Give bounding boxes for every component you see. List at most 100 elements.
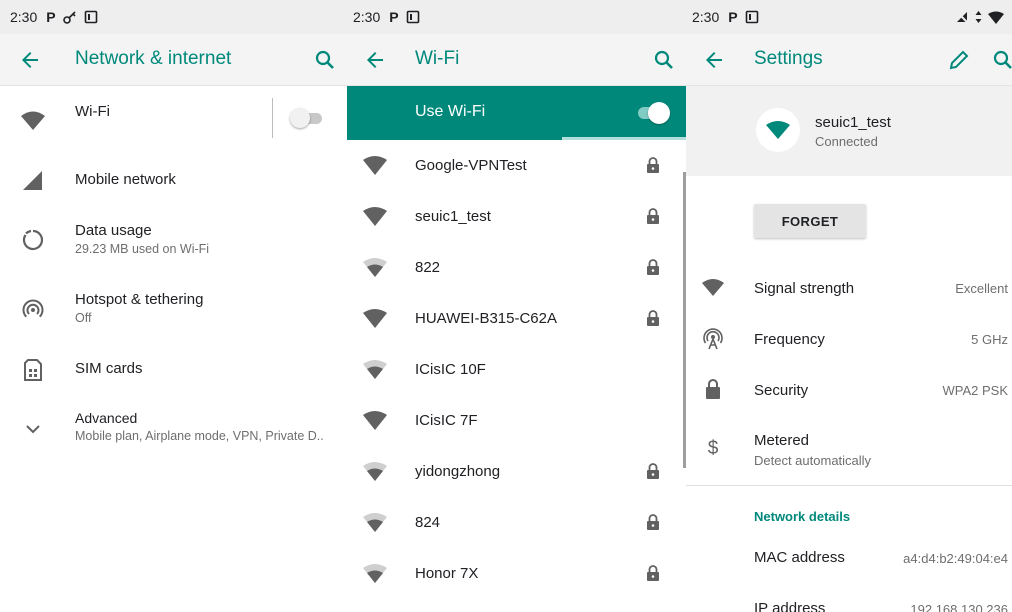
status-bar: 2:30 P [686,0,1012,34]
status-bar: 2:30 P [347,0,686,34]
divider [686,485,1012,486]
wifi-panel: 2:30 P Wi-Fi Use Wi-Fi Google-VPNTest seu… [347,0,686,612]
advanced-summary: Mobile plan, Airplane mode, VPN, Private… [75,429,324,443]
data-arrows-icon [975,11,982,23]
parking-icon: P [728,9,738,25]
signal-strength-label: Signal strength [754,280,855,297]
network-details-header: Network details [754,509,851,524]
network-name: 822 [415,259,441,276]
network-name: yidongzhong [415,463,501,480]
wifi-signal-icon [363,411,387,430]
network-item[interactable]: yidongzhong [347,447,686,498]
network-item[interactable]: ICisIC 10F [347,345,686,396]
data-usage-icon [22,229,44,251]
search-icon[interactable] [991,48,1012,72]
advanced-row[interactable]: Advanced Mobile plan, Airplane mode, VPN… [0,402,347,458]
network-name: 824 [415,514,441,531]
back-arrow-icon[interactable] [363,48,387,72]
use-wifi-toggle[interactable] [636,102,670,124]
wifi-signal-icon [363,207,387,226]
data-usage-row[interactable]: Data usage 29.23 MB used on Wi-Fi [0,210,347,272]
network-internet-panel: 2:30 P Network & internet Wi-Fi Mobile n… [0,0,347,612]
security-label: Security [754,382,809,399]
progress-indicator [562,137,686,140]
forget-button[interactable]: FORGET [754,204,866,238]
edit-pencil-icon[interactable] [947,48,971,72]
search-icon[interactable] [652,48,676,72]
status-time: 2:30 [692,9,720,25]
wifi-signal-icon [363,309,387,328]
data-usage-summary: 29.23 MB used on Wi-Fi [75,242,210,256]
advanced-label: Advanced [75,410,138,426]
page-title: Wi-Fi [415,48,460,69]
lock-icon [706,379,720,399]
network-item[interactable]: 822 [347,243,686,294]
search-icon[interactable] [313,48,337,72]
lock-icon [647,565,659,581]
metered-label: Metered [754,432,810,449]
wifi-icon [766,121,790,139]
back-arrow-icon[interactable] [702,48,726,72]
network-name: seuic1_test [415,208,491,225]
wifi-row[interactable]: Wi-Fi [0,86,347,154]
network-avatar [756,108,800,152]
parking-icon: P [46,9,56,25]
network-item[interactable]: Honor 7X [347,549,686,600]
use-wifi-switch-bar[interactable]: Use Wi-Fi [347,86,686,140]
wifi-toggle[interactable] [290,108,324,128]
mobile-network-row[interactable]: Mobile network [0,154,347,206]
network-name: Google-VPNTest [415,157,527,174]
connection-status: Connected [815,134,878,149]
status-time: 2:30 [353,9,381,25]
network-item[interactable]: 824 [347,498,686,549]
app-bar: Wi-Fi [347,34,686,86]
page-title: Network & internet [75,48,232,69]
lock-icon [647,208,659,224]
security-value: WPA2 PSK [942,383,1008,398]
status-right-icons [955,0,1004,34]
use-wifi-label: Use Wi-Fi [415,103,486,120]
mac-address-row: MAC address a4:d4:b2:49:04:e4 [686,533,1012,584]
no-sim-icon [955,10,969,24]
mobile-network-label: Mobile network [75,171,176,188]
network-name: ICisIC 7F [415,412,478,429]
metered-summary: Detect automatically [754,453,872,468]
hotspot-status: Off [75,311,92,325]
network-header [686,86,1012,176]
ip-address-row: IP address 192.168.130.236 [686,584,1012,612]
antenna-icon [703,328,723,350]
app-bar: Network & internet [0,34,347,86]
sim-cards-row[interactable]: SIM cards [0,348,347,394]
frequency-label: Frequency [754,331,825,348]
network-name: Honor 7X [415,565,479,582]
wifi-signal-icon [702,279,724,296]
network-item[interactable]: HUAWEI-B315-C62A [347,294,686,345]
metered-row[interactable]: $ Metered Detect automatically [686,420,1012,482]
network-item[interactable]: ICisIC 7F [347,396,686,447]
hotspot-row[interactable]: Hotspot & tethering Off [0,280,347,340]
wifi-signal-icon [363,258,387,277]
sim-card-icon [24,359,42,381]
app-bar: Settings [686,34,1012,86]
lock-icon [647,310,659,326]
network-item[interactable]: seuic1_test [347,192,686,243]
screenshot-icon [406,10,420,24]
signal-strength-row: Signal strength Excellent [686,264,1012,315]
hotspot-label: Hotspot & tethering [75,291,204,308]
mac-address-label: MAC address [754,549,845,566]
lock-icon [647,157,659,173]
network-name: ICisIC 10F [415,361,486,378]
back-arrow-icon[interactable] [18,48,42,72]
page-title: Settings [754,48,823,69]
network-name: HUAWEI-B315-C62A [415,310,557,327]
frequency-row: Frequency 5 GHz [686,315,1012,366]
frequency-value: 5 GHz [971,332,1008,347]
network-item[interactable]: Google-VPNTest [347,141,686,192]
wifi-signal-icon [363,360,387,379]
lock-icon [647,514,659,530]
network-ssid: seuic1_test [815,114,891,131]
parking-icon: P [389,9,399,25]
wifi-icon [21,111,45,130]
wifi-status-icon [988,11,1004,24]
wifi-signal-icon [363,156,387,175]
